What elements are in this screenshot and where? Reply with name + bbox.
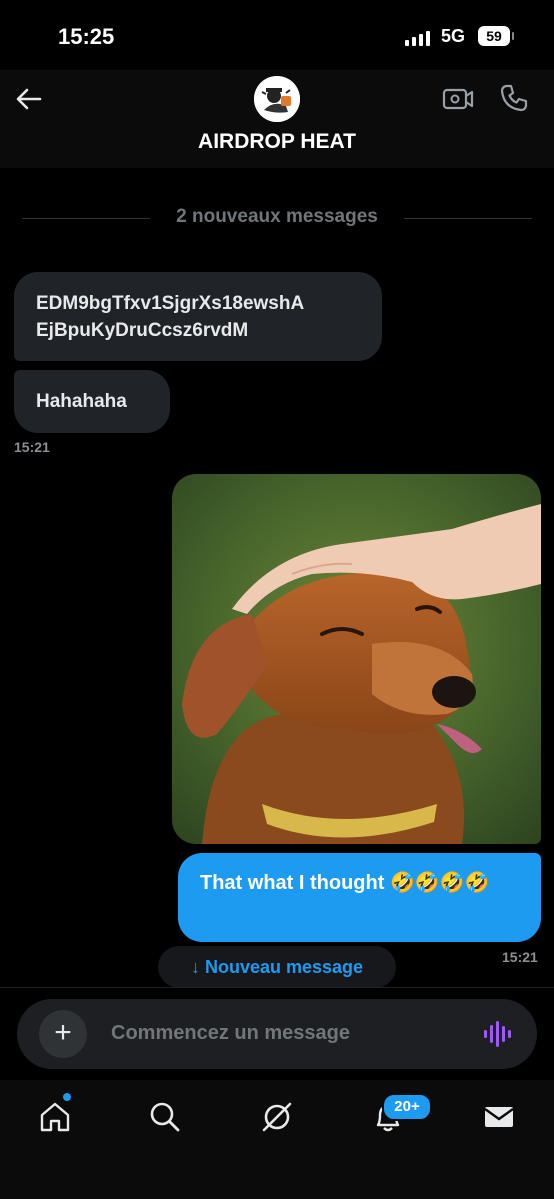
new-messages-divider: 2 nouveaux messages	[22, 206, 532, 230]
phone-call-icon[interactable]	[498, 82, 530, 119]
message-text: That what I thought 🤣🤣🤣🤣	[200, 872, 490, 894]
avatar[interactable]	[254, 76, 300, 122]
battery-icon: 59	[478, 26, 514, 46]
status-time: 15:25	[58, 24, 115, 49]
home-icon[interactable]	[38, 1100, 72, 1139]
video-call-icon[interactable]	[442, 84, 474, 119]
grok-icon[interactable]	[260, 1100, 294, 1139]
network-type: 5G	[441, 26, 466, 46]
conversation-header: AIRDROP HEAT	[0, 70, 554, 168]
message-image[interactable]	[172, 474, 541, 844]
message-bubble-incoming[interactable]: Hahahaha	[14, 370, 170, 433]
message-bubble-incoming[interactable]: EDM9bgTfxv1SjgrXs18ewshA EjBpuKyDruCcsz6…	[14, 272, 382, 361]
signal-icon	[405, 30, 430, 46]
conversation-title[interactable]: AIRDROP HEAT	[0, 130, 554, 154]
bottom-tab-bar	[0, 1080, 554, 1199]
new-message-button[interactable]: ↓ Nouveau message	[158, 946, 396, 988]
message-text: Hahahaha	[36, 391, 127, 412]
message-bubble-outgoing[interactable]: That what I thought 🤣🤣🤣🤣	[178, 853, 541, 942]
new-messages-label: 2 nouveaux messages	[176, 206, 378, 227]
message-composer[interactable]: + Commencez un message	[17, 999, 537, 1069]
message-timestamp: 15:21	[502, 949, 538, 965]
voice-message-icon[interactable]	[483, 1020, 513, 1053]
messages-icon[interactable]	[482, 1100, 516, 1139]
home-unread-dot	[63, 1093, 71, 1101]
add-attachment-button[interactable]: +	[39, 1010, 87, 1058]
status-bar: 15:25 5G 59	[0, 0, 554, 70]
message-timestamp: 15:21	[14, 439, 50, 455]
message-input[interactable]: Commencez un message	[111, 1022, 350, 1045]
search-icon[interactable]	[148, 1100, 182, 1139]
notifications-badge: 20+	[382, 1093, 432, 1121]
back-arrow-icon[interactable]	[14, 84, 44, 114]
message-text: EDM9bgTfxv1SjgrXs18ewshA EjBpuKyDruCcsz6…	[36, 293, 305, 341]
divider	[0, 987, 554, 988]
